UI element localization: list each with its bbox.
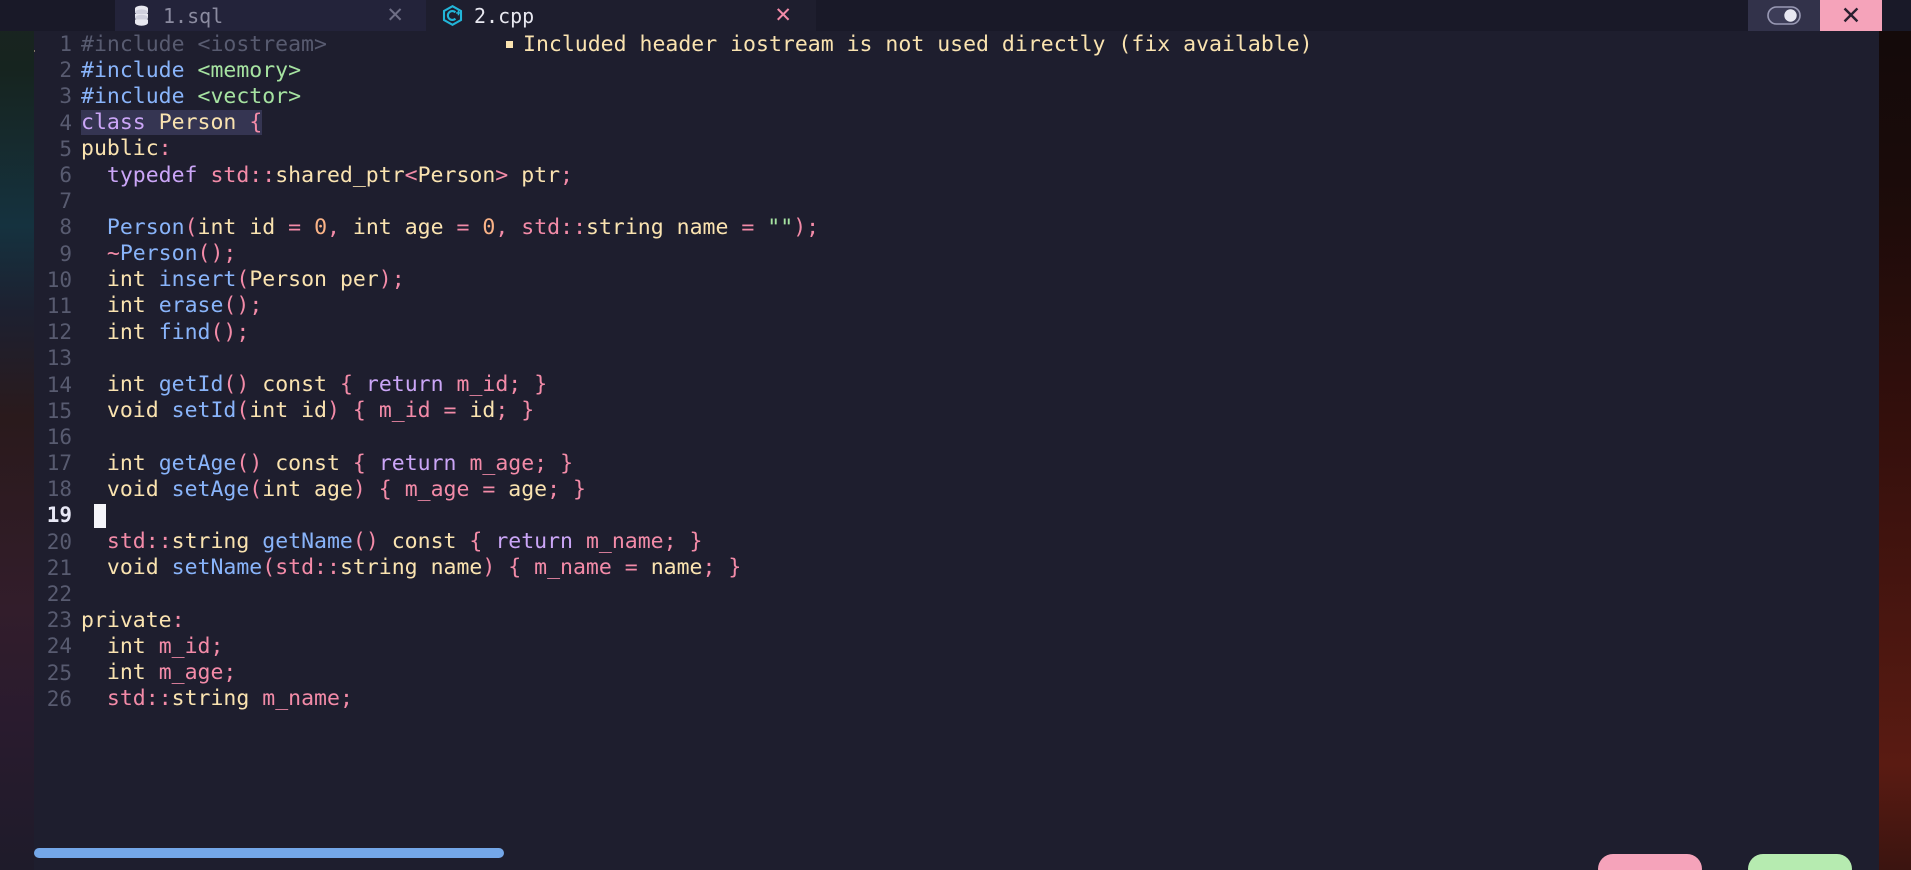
database-icon: [128, 5, 154, 26]
code-line[interactable]: 14 int getId() const { return m_id; }: [34, 371, 1879, 397]
code-line[interactable]: 21 void setName(std::string name) { m_na…: [34, 555, 1879, 581]
code-line[interactable]: 7: [34, 188, 1879, 214]
line-number: 6: [59, 163, 72, 188]
tab-2-cpp[interactable]: 2.cpp ✕: [426, 0, 816, 31]
line-number: 25: [46, 660, 72, 685]
code-text: int m_age;: [106, 660, 237, 686]
code-line[interactable]: 17 int getAge() const { return m_age; }: [34, 450, 1879, 476]
code-line[interactable]: 6 typedef std::shared_ptr<Person> ptr;: [34, 162, 1879, 188]
tab-1-sql[interactable]: 1.sql ✕: [115, 0, 426, 31]
line-number: 17: [46, 451, 72, 476]
code-line[interactable]: 12 int find();: [34, 319, 1879, 345]
cpp-file-icon: [439, 5, 465, 26]
code-text: #include <memory>: [81, 57, 302, 83]
left-edge-glow: [0, 0, 34, 870]
code-line[interactable]: 26 std::string m_name;: [34, 686, 1879, 712]
code-line[interactable]: 10 int insert(Person per);: [34, 267, 1879, 293]
line-number: 18: [46, 477, 72, 502]
code-text: ~Person();: [106, 241, 237, 267]
line-number: 4: [59, 110, 72, 135]
code-line[interactable]: 15 void setId(int id) { m_id = id; }: [34, 398, 1879, 424]
inlay-hint-text: Included header iostream is not used dir…: [523, 31, 1313, 57]
code-line[interactable]: 16: [34, 424, 1879, 450]
code-text: std::string m_name;: [106, 686, 353, 712]
line-number: 26: [46, 686, 72, 711]
code-text: private:: [81, 607, 185, 633]
line-number: 24: [46, 634, 72, 659]
code-line[interactable]: 18 void setAge(int age) { m_age = age; }: [34, 476, 1879, 502]
line-number: 1: [34, 32, 81, 56]
code-text: void setName(std::string name) { m_name …: [106, 555, 742, 581]
code-lines: 1 #include <iostream> 2 #include <memory> 3 #…: [34, 31, 1879, 712]
toggle-switch-icon[interactable]: [1748, 0, 1820, 31]
line-number: 11: [46, 293, 72, 318]
line-number: 10: [46, 267, 72, 292]
code-text: int erase();: [106, 293, 263, 319]
line-number: 8: [59, 215, 72, 240]
code-line[interactable]: 25 int m_age;: [34, 660, 1879, 686]
code-text: class Person {: [81, 110, 263, 136]
floating-action-pill-pink[interactable]: [1598, 854, 1702, 870]
code-line[interactable]: 13: [34, 345, 1879, 371]
code-text: int find();: [106, 319, 250, 345]
line-number: 19: [46, 503, 72, 528]
line-number: 12: [46, 320, 72, 345]
code-text: public:: [81, 136, 172, 162]
line-number: 20: [46, 529, 72, 554]
inlay-hint: Included header iostream is not used dir…: [506, 31, 1313, 57]
line-number: 3: [59, 84, 72, 109]
warning-triangle-icon[interactable]: [34, 34, 36, 54]
code-line[interactable]: 11 int erase();: [34, 293, 1879, 319]
code-line[interactable]: 5 public:: [34, 136, 1879, 162]
code-line[interactable]: 22: [34, 581, 1879, 607]
code-line[interactable]: 24 int m_id;: [34, 633, 1879, 659]
code-text: void setAge(int age) { m_age = age; }: [106, 476, 586, 502]
code-text: void setId(int id) { m_id = id; }: [106, 398, 535, 424]
tab-close-icon[interactable]: ✕: [386, 5, 404, 26]
line-number: 21: [46, 555, 72, 580]
code-text: [81, 503, 1879, 528]
scrollbar-thumb[interactable]: [34, 848, 504, 858]
code-line[interactable]: 8 Person(int id = 0, int age = 0, std::s…: [34, 214, 1879, 240]
line-number: 7: [59, 189, 72, 214]
line-number: 9: [59, 241, 72, 266]
code-text: typedef std::shared_ptr<Person> ptr;: [106, 162, 573, 188]
horizontal-scrollbar[interactable]: [34, 848, 1879, 858]
window-controls: ✕: [1748, 0, 1882, 31]
code-text: #include <vector>: [81, 83, 302, 109]
code-line[interactable]: 4 class Person {: [34, 110, 1879, 136]
tab-label: 2.cpp: [474, 3, 535, 28]
inlay-bullet-icon: [506, 40, 513, 48]
line-number: 2: [59, 58, 72, 83]
code-line[interactable]: 2 #include <memory>: [34, 57, 1879, 83]
code-line[interactable]: 9 ~Person();: [34, 241, 1879, 267]
line-number: 5: [59, 136, 72, 161]
code-text: Person(int id = 0, int age = 0, std::str…: [106, 214, 820, 240]
code-text: int insert(Person per);: [106, 267, 405, 293]
code-text: int m_id;: [106, 633, 224, 659]
line-number: 16: [46, 424, 72, 449]
window-close-button[interactable]: ✕: [1820, 0, 1882, 31]
line-number: 13: [46, 346, 72, 371]
code-text: int getId() const { return m_id; }: [106, 372, 548, 398]
line-number: 23: [46, 608, 72, 633]
text-cursor: [93, 503, 106, 528]
line-number: 14: [46, 372, 72, 397]
code-editor[interactable]: 1 #include <iostream> 2 #include <memory> 3 #…: [34, 31, 1879, 870]
line-number: 15: [46, 398, 72, 423]
code-line[interactable]: 3 #include <vector>: [34, 83, 1879, 109]
code-line[interactable]: 20 std::string getName() const { return …: [34, 529, 1879, 555]
code-line[interactable]: 23 private:: [34, 607, 1879, 633]
floating-action-pill-green[interactable]: [1748, 854, 1852, 870]
code-line[interactable]: 19: [34, 502, 1879, 528]
code-text: int getAge() const { return m_age; }: [106, 450, 574, 476]
right-edge-glow: [1879, 0, 1911, 870]
tab-bar: 1.sql ✕ 2.cpp ✕: [0, 0, 1911, 31]
code-text: std::string getName() const { return m_n…: [106, 529, 703, 555]
line-number: 22: [46, 582, 72, 607]
tab-close-icon[interactable]: ✕: [774, 5, 792, 26]
tab-label: 1.sql: [163, 3, 224, 28]
